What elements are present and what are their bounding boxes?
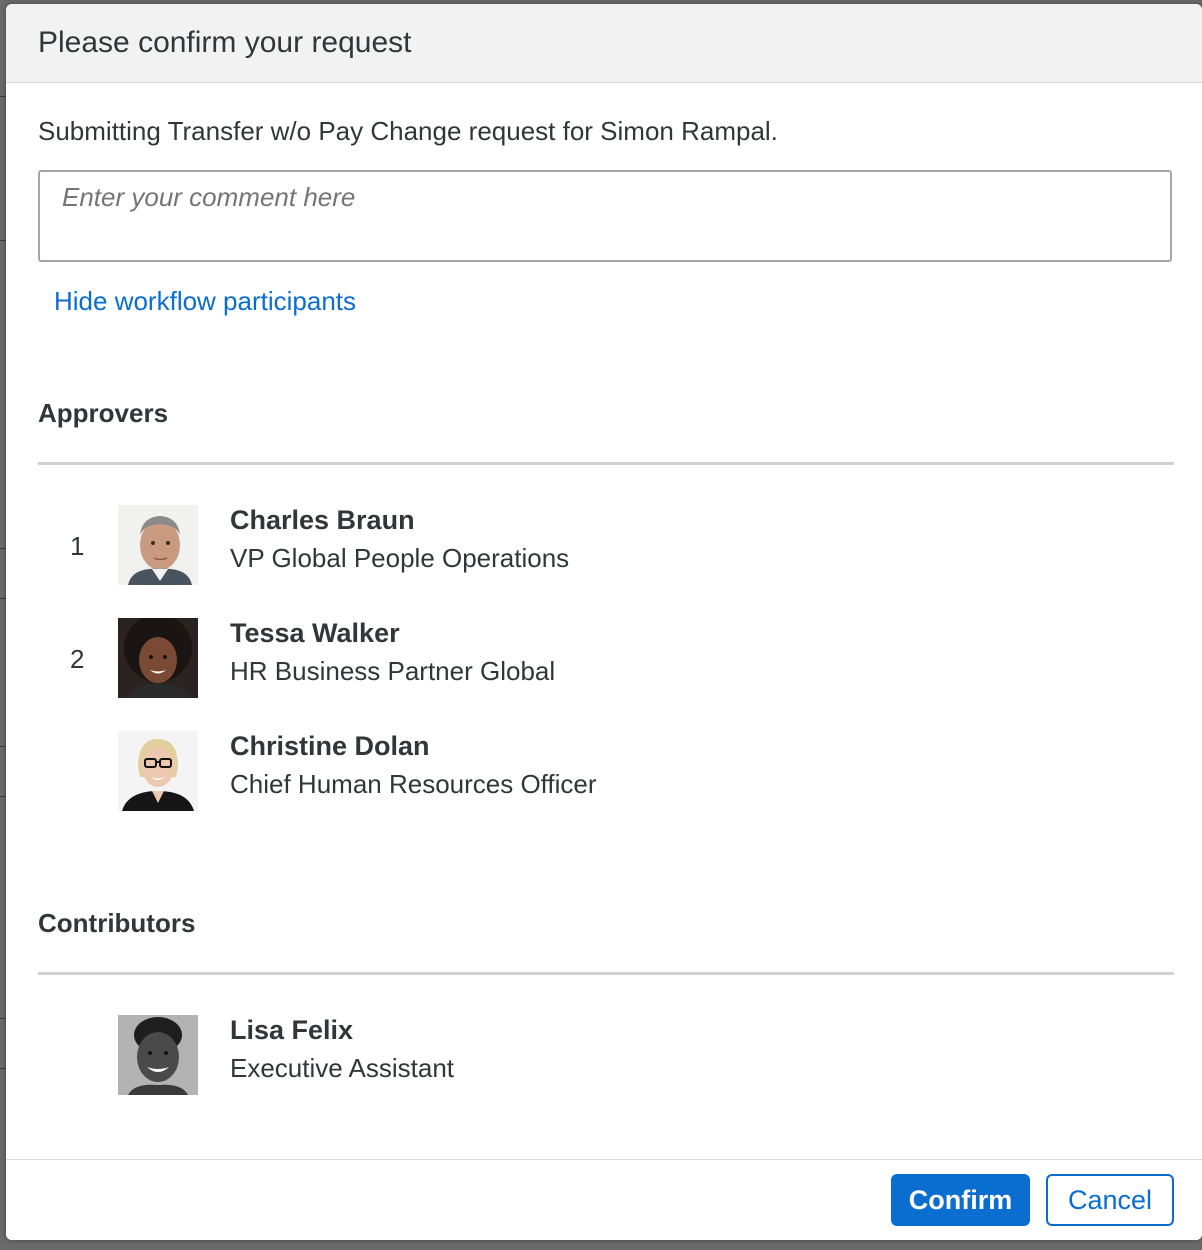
approver-name: Tessa Walker (230, 618, 400, 648)
dialog-footer: Confirm Cancel (6, 1159, 1202, 1240)
cancel-button[interactable]: Cancel (1046, 1174, 1174, 1226)
dialog-title: Please confirm your request (38, 26, 412, 59)
approver-role: Chief Human Resources Officer (230, 769, 597, 799)
approver-row: 2 Tessa Walker HR Business Partner Globa… (38, 618, 1138, 700)
comment-field (38, 170, 1172, 262)
contributors-divider (38, 972, 1174, 975)
avatar (118, 618, 198, 698)
hide-workflow-participants-link[interactable]: Hide workflow participants (54, 286, 356, 317)
approver-role: HR Business Partner Global (230, 656, 556, 686)
confirm-button[interactable]: Confirm (891, 1174, 1030, 1226)
approver-row: Christine Dolan Chief Human Resources Of… (38, 731, 1138, 813)
approver-step-number: 1 (70, 531, 85, 561)
contributor-name: Lisa Felix (230, 1015, 354, 1045)
contributors-heading: Contributors (38, 908, 196, 938)
avatar (118, 505, 198, 585)
avatar (118, 1015, 198, 1095)
approvers-heading: Approvers (38, 398, 169, 428)
contributor-role: Executive Assistant (230, 1053, 454, 1083)
approver-row: 1 Charles Braun VP Global People Operati… (38, 505, 1138, 587)
approver-name: Charles Braun (230, 505, 415, 535)
approver-name: Christine Dolan (230, 731, 430, 761)
avatar (118, 731, 198, 811)
contributor-row: Lisa Felix Executive Assistant (38, 1015, 1138, 1097)
dialog-header: Please confirm your request (6, 4, 1202, 83)
request-summary-text: Submitting Transfer w/o Pay Change reque… (38, 116, 778, 146)
approver-step-number: 2 (70, 644, 85, 674)
comment-input[interactable] (40, 172, 1150, 250)
approver-role: VP Global People Operations (230, 543, 570, 573)
confirm-request-dialog: Please confirm your request Submitting T… (6, 4, 1202, 1240)
approvers-divider (38, 462, 1174, 465)
